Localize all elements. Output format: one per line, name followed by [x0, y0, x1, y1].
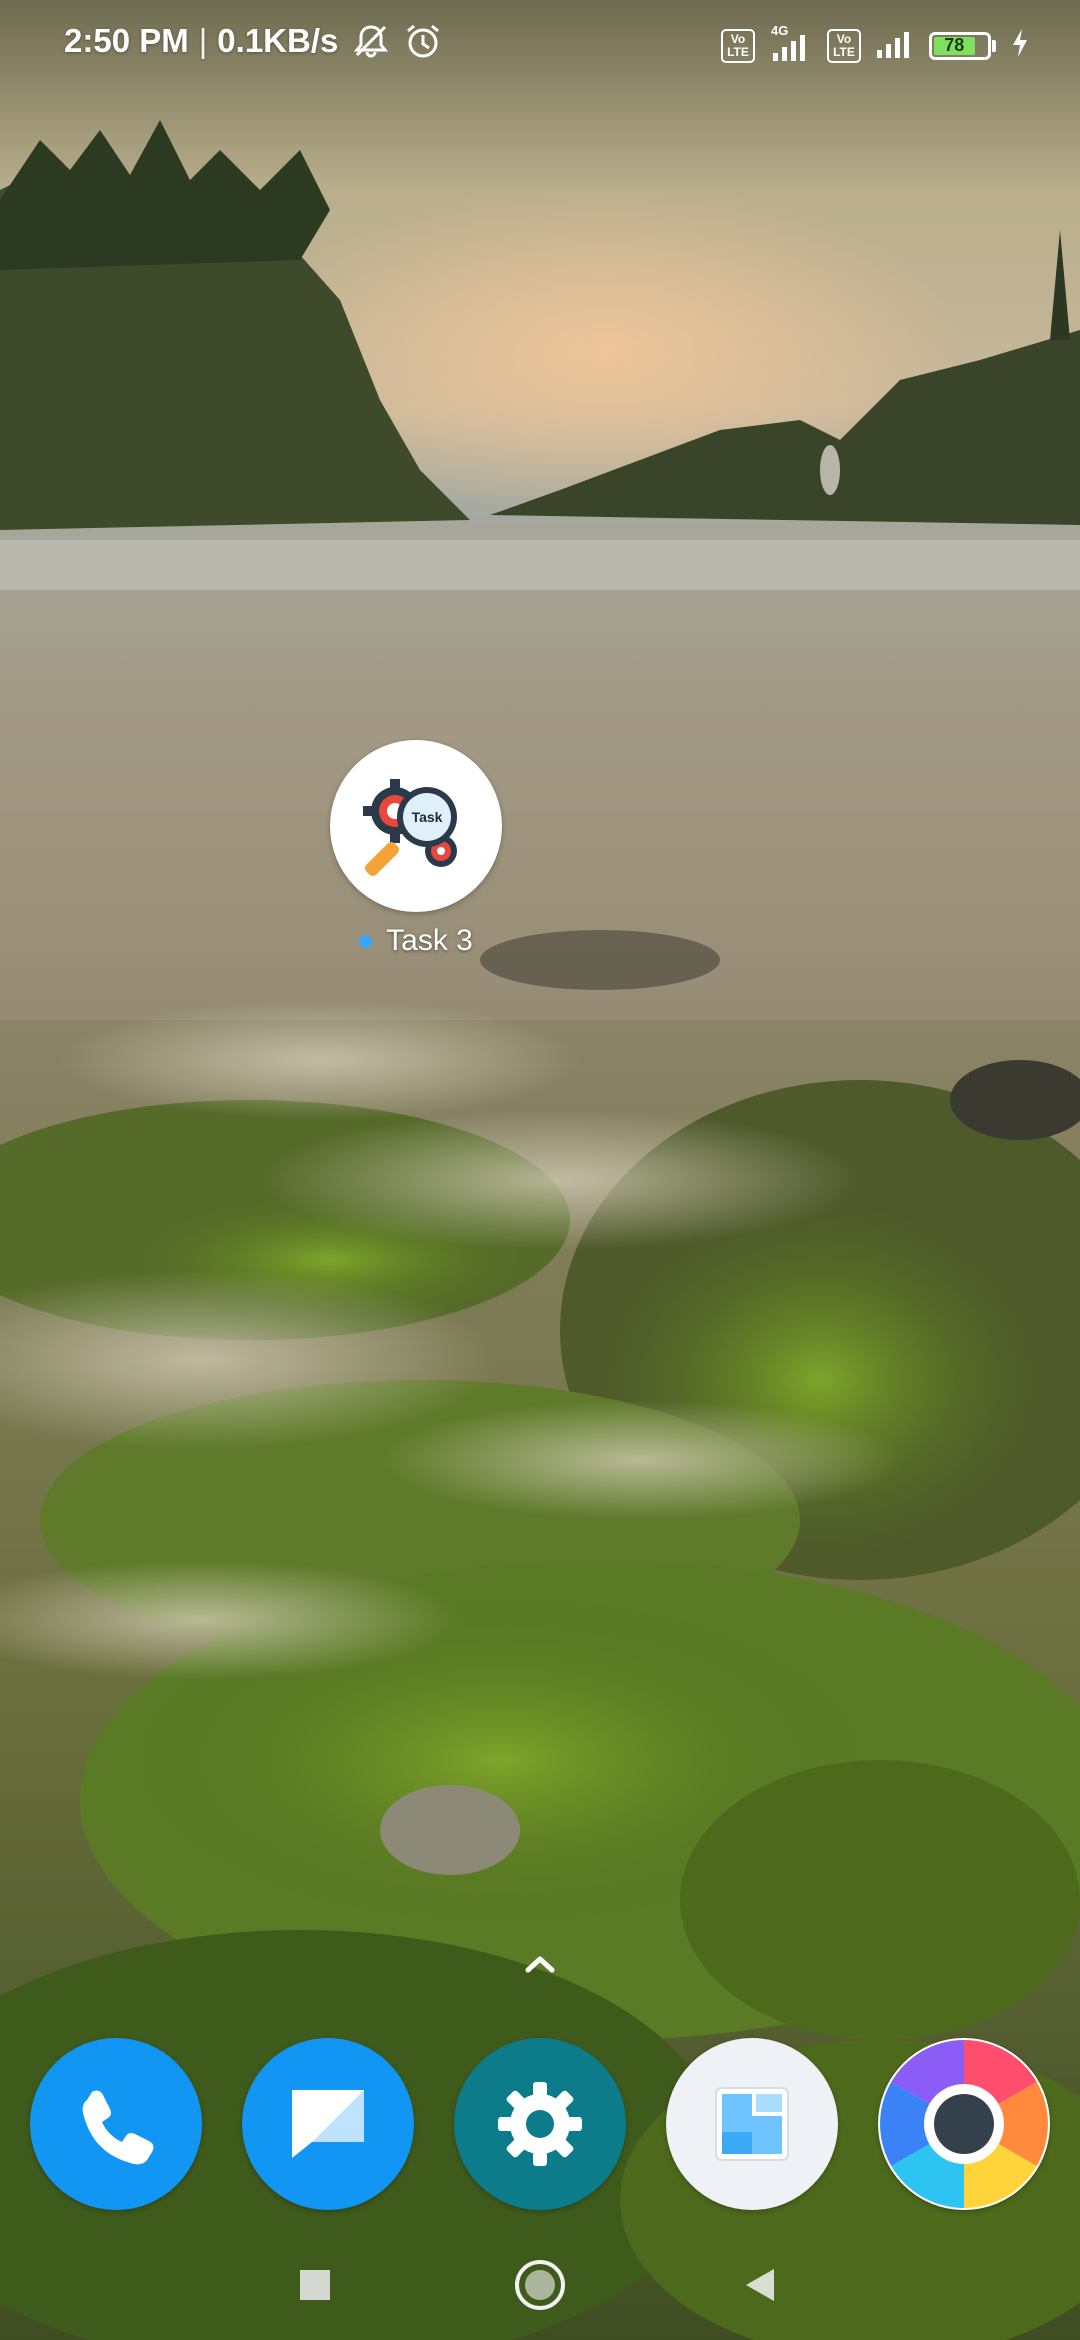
network-speed: 0.1KB/s: [217, 22, 339, 59]
dock-app-gallery[interactable]: [666, 2038, 838, 2210]
camera-icon: [880, 2040, 1048, 2208]
signal-4g-icon: 4G: [769, 23, 813, 63]
back-button[interactable]: [720, 2250, 800, 2320]
volte-icon: Vo LTE: [721, 28, 755, 63]
alarm-icon: [404, 22, 442, 60]
dock: [30, 2038, 1050, 2210]
app-shortcut-task-3[interactable]: Task Task 3: [330, 740, 502, 958]
status-left: 2:50 PM | 0.1KB/s: [64, 22, 442, 60]
dock-app-phone[interactable]: [30, 2038, 202, 2210]
dock-app-camera[interactable]: [878, 2038, 1050, 2210]
message-icon: [292, 2090, 364, 2158]
volte-bottom-text: LTE: [833, 44, 855, 59]
phone-icon: [82, 2090, 154, 2165]
volte-top-text: Vo: [730, 31, 746, 46]
dock-app-settings[interactable]: [454, 2038, 626, 2210]
home-button[interactable]: [500, 2250, 580, 2320]
dock-app-messages[interactable]: [242, 2038, 414, 2210]
volte-top-text: Vo: [836, 31, 852, 46]
new-indicator-dot: [359, 934, 373, 948]
mute-icon: [352, 23, 390, 59]
clock: 2:50 PM: [64, 22, 189, 59]
status-bar: 2:50 PM | 0.1KB/s Vo LTE 4G Vo LTE 78: [0, 0, 1080, 96]
recents-icon: [300, 2270, 330, 2300]
gear-icon: [498, 2082, 582, 2166]
app-label-row: Task 3: [359, 924, 473, 958]
task-icon-text: Task: [412, 809, 443, 825]
volte-icon-2: Vo LTE: [827, 28, 861, 63]
network-type-text: 4G: [771, 22, 789, 38]
recents-button[interactable]: [275, 2250, 355, 2320]
home-screen: 2:50 PM | 0.1KB/s Vo LTE 4G Vo LTE 78 Ta…: [0, 0, 1080, 2340]
task-gear-magnifier-icon: Task: [330, 740, 502, 912]
swipe-up-chevron-icon[interactable]: [522, 1952, 558, 1976]
status-separator: |: [198, 22, 208, 59]
volte-bottom-text: LTE: [727, 44, 749, 59]
battery-level: 78: [934, 35, 975, 55]
home-icon: [515, 2260, 565, 2310]
gallery-icon: [715, 2087, 789, 2161]
navigation-bar: [0, 2240, 1080, 2340]
status-right: Vo LTE 4G Vo LTE 78: [721, 23, 1030, 65]
wallpaper: [0, 0, 1080, 2340]
app-label: Task 3: [386, 924, 473, 957]
battery-icon: 78: [929, 31, 996, 60]
charging-icon: [1010, 27, 1030, 64]
signal-icon: [875, 26, 915, 65]
back-icon: [746, 2269, 774, 2301]
